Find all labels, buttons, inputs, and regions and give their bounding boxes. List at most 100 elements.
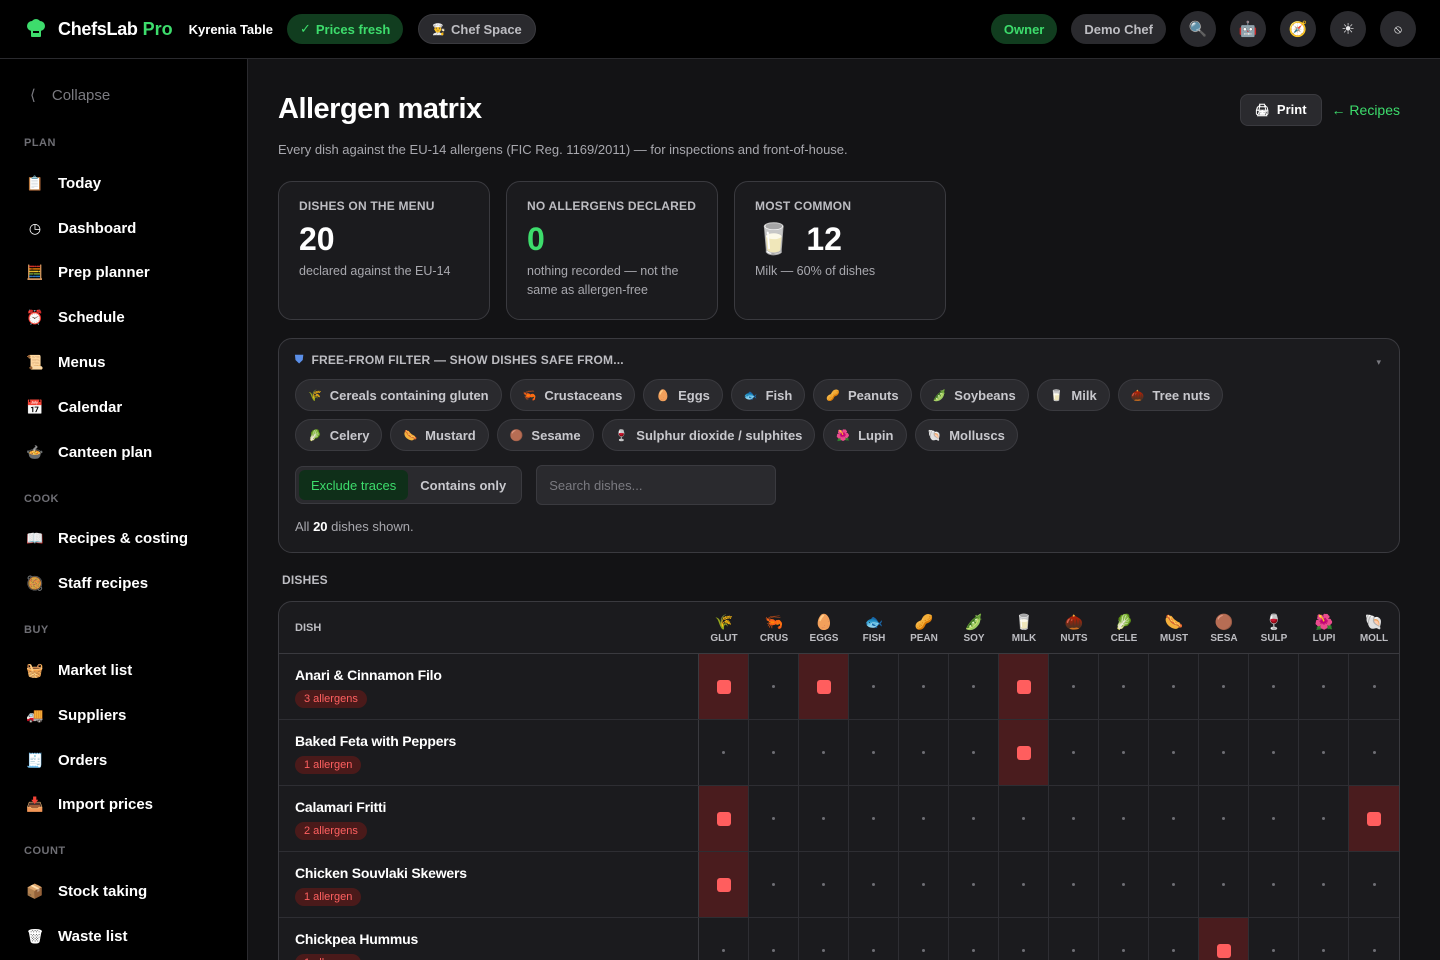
settings-icon[interactable]: ☀ — [1330, 11, 1366, 47]
column-header-crus[interactable]: 🦐 CRUS — [749, 602, 799, 653]
allergen-absent-marker — [1172, 883, 1175, 886]
column-header-fish[interactable]: 🐟 FISH — [849, 602, 899, 653]
filter-chip-molluscs[interactable]: 🐚 Molluscs — [914, 419, 1018, 451]
sidebar-item-waste-list[interactable]: 🗑 Waste list — [0, 914, 247, 959]
search-icon[interactable]: 🔍 — [1180, 11, 1216, 47]
dish-name[interactable]: Calamari Fritti — [295, 799, 698, 815]
sidebar-item-staff-recipes[interactable]: 🥘 Staff recipes — [0, 561, 247, 606]
allergen-absent-marker — [1072, 949, 1075, 952]
sidebar-item-suppliers[interactable]: 🚚 Suppliers — [0, 693, 247, 738]
filter-chip-cereals-containing-gluten[interactable]: 🌾 Cereals containing gluten — [295, 379, 502, 411]
sidebar-item-label: Prep planner — [58, 264, 150, 282]
filter-chip-tree-nuts[interactable]: 🌰 Tree nuts — [1117, 379, 1224, 411]
sidebar-item-calendar[interactable]: 📅 Calendar — [0, 385, 247, 430]
sidebar-item-schedule[interactable]: ⏰ Schedule — [0, 295, 247, 340]
filter-chip-sulphur-dioxide-sulphites[interactable]: 🍷 Sulphur dioxide / sulphites — [601, 419, 816, 451]
sidebar-item-recipes-costing[interactable]: 📖 Recipes & costing — [0, 517, 247, 562]
allergen-cell-pean — [899, 918, 949, 960]
dish-cell: Chicken Souvlaki Skewers 1 allergen — [279, 852, 699, 917]
dish-name[interactable]: Chicken Souvlaki Skewers — [295, 865, 698, 881]
table-row[interactable]: Chicken Souvlaki Skewers 1 allergen — [279, 852, 1399, 918]
column-code: GLUT — [710, 633, 738, 644]
table-row[interactable]: Baked Feta with Peppers 1 allergen — [279, 720, 1399, 786]
sesa-icon: 🟤 — [1214, 614, 1234, 631]
chevron-down-icon[interactable]: ▾ — [1376, 357, 1381, 368]
sidebar: ⟨ Collapse PLAN 📋 Today ◷ Dashboard 🧮 Prep pla… — [0, 59, 248, 960]
contains-only-option[interactable]: Contains only — [408, 470, 518, 500]
column-header-nuts[interactable]: 🌰 NUTS — [1049, 602, 1099, 653]
nav-section-plan: PLAN 📋 Today ◷ Dashboard 🧮 Prep planner ⏰ Schedu… — [0, 137, 247, 475]
robot-icon[interactable]: 🤖 — [1230, 11, 1266, 47]
prices-status-badge[interactable]: ✓ Prices fresh — [286, 14, 404, 44]
filter-chip-celery[interactable]: 🥬 Celery — [295, 419, 383, 451]
sidebar-item-orders[interactable]: 🧾 Orders — [0, 738, 247, 783]
sidebar-item-prep-planner[interactable]: 🧮 Prep planner — [0, 251, 247, 296]
allergen-absent-marker — [772, 817, 775, 820]
table-row[interactable]: Calamari Fritti 2 allergens — [279, 786, 1399, 852]
organization-name[interactable]: Kyrenia Table — [189, 22, 273, 37]
allergen-cell-moll — [1349, 786, 1399, 851]
sidebar-item-menus[interactable]: 📜 Menus — [0, 340, 247, 385]
stat-description: declared against the EU-14 — [299, 264, 451, 278]
column-header-cele[interactable]: 🥬 CELE — [1099, 602, 1149, 653]
chef-space-button[interactable]: 👨‍🍳 Chef Space — [418, 14, 536, 44]
table-row[interactable]: Chickpea Hummus 1 allergen — [279, 918, 1399, 960]
collapse-button[interactable]: ⟨ Collapse — [0, 83, 247, 107]
column-header-glut[interactable]: 🌾 GLUT — [699, 602, 749, 653]
column-header-pean[interactable]: 🥜 PEAN — [899, 602, 949, 653]
allergen-absent-marker — [1322, 751, 1325, 754]
sidebar-item-market-list[interactable]: 🧺 Market list — [0, 648, 247, 693]
logo[interactable]: ChefsLab Pro — [24, 17, 173, 41]
role-badge[interactable]: Owner — [990, 14, 1058, 44]
sidebar-item-today[interactable]: 📋 Today — [0, 161, 247, 206]
moll-icon: 🐚 — [1364, 614, 1384, 631]
power-icon[interactable]: ⦸ — [1380, 11, 1416, 47]
filter-chip-milk[interactable]: 🥛 Milk — [1036, 379, 1110, 411]
printer-icon: 🖨 — [1254, 102, 1270, 117]
allergen-present-marker — [716, 877, 731, 892]
table-row[interactable]: Anari & Cinnamon Filo 3 allergens — [279, 654, 1399, 720]
column-header-moll[interactable]: 🐚 MOLL — [1349, 602, 1399, 653]
stat-value: 20 — [299, 221, 335, 257]
stat-value: 0 — [527, 221, 545, 257]
sidebar-item-import-prices[interactable]: 📥 Import prices — [0, 783, 247, 828]
search-dishes-input[interactable] — [536, 465, 777, 505]
sidebar-item-canteen-plan[interactable]: 🍲 Canteen plan — [0, 430, 247, 475]
column-header-sesa[interactable]: 🟤 SESA — [1199, 602, 1249, 653]
column-header-soy[interactable]: 🫛 SOY — [949, 602, 999, 653]
stat-card-no-allergens-declared: NO ALLERGENS DECLARED 0 nothing recorded —… — [506, 181, 718, 320]
dish-column-header[interactable]: DISH — [279, 602, 699, 653]
nuts-icon: 🌰 — [1064, 614, 1084, 631]
exclude-traces-option[interactable]: Exclude traces — [299, 470, 409, 500]
filter-chip-crustaceans[interactable]: 🦐 Crustaceans — [509, 379, 636, 411]
compass-icon[interactable]: 🧭 — [1280, 11, 1316, 47]
staff-recipes-icon: 🥘 — [26, 575, 44, 592]
column-header-lupi[interactable]: 🌺 LUPI — [1299, 602, 1349, 653]
dish-name[interactable]: Anari & Cinnamon Filo — [295, 667, 698, 683]
filter-chip-label: Fish — [765, 387, 793, 403]
dish-name[interactable]: Chickpea Hummus — [295, 931, 698, 947]
column-header-must[interactable]: 🌭 MUST — [1149, 602, 1199, 653]
fish-icon: 🐟 — [743, 389, 758, 402]
allergen-cell-nuts — [1049, 786, 1099, 851]
sidebar-item-dashboard[interactable]: ◷ Dashboard — [0, 206, 247, 251]
allergen-cell-moll — [1349, 654, 1399, 719]
filter-chip-fish[interactable]: 🐟 Fish — [730, 379, 806, 411]
filter-chip-lupin[interactable]: 🌺 Lupin — [823, 419, 907, 451]
dish-name[interactable]: Baked Feta with Peppers — [295, 733, 698, 749]
sidebar-item-stock-taking[interactable]: 📦 Stock taking — [0, 869, 247, 914]
filter-chip-mustard[interactable]: 🌭 Mustard — [390, 419, 489, 451]
user-menu-button[interactable]: Demo Chef — [1071, 14, 1166, 44]
filter-chip-sesame[interactable]: 🟤 Sesame — [496, 419, 594, 451]
print-button[interactable]: 🖨 Print — [1239, 93, 1322, 126]
column-header-milk[interactable]: 🥛 MILK — [999, 602, 1049, 653]
allergen-cell-fish — [849, 786, 899, 851]
filter-chip-eggs[interactable]: 🥚 Eggs — [643, 379, 723, 411]
back-to-recipes-link[interactable]: ← Recipes — [1332, 102, 1400, 118]
allergen-cell-sulp — [1249, 852, 1299, 917]
column-header-sulp[interactable]: 🍷 SULP — [1249, 602, 1299, 653]
column-header-eggs[interactable]: 🥚 EGGS — [799, 602, 849, 653]
filter-chip-soybeans[interactable]: 🫛 Soybeans — [919, 379, 1029, 411]
filter-chip-peanuts[interactable]: 🥜 Peanuts — [813, 379, 912, 411]
allergen-absent-marker — [772, 883, 775, 886]
